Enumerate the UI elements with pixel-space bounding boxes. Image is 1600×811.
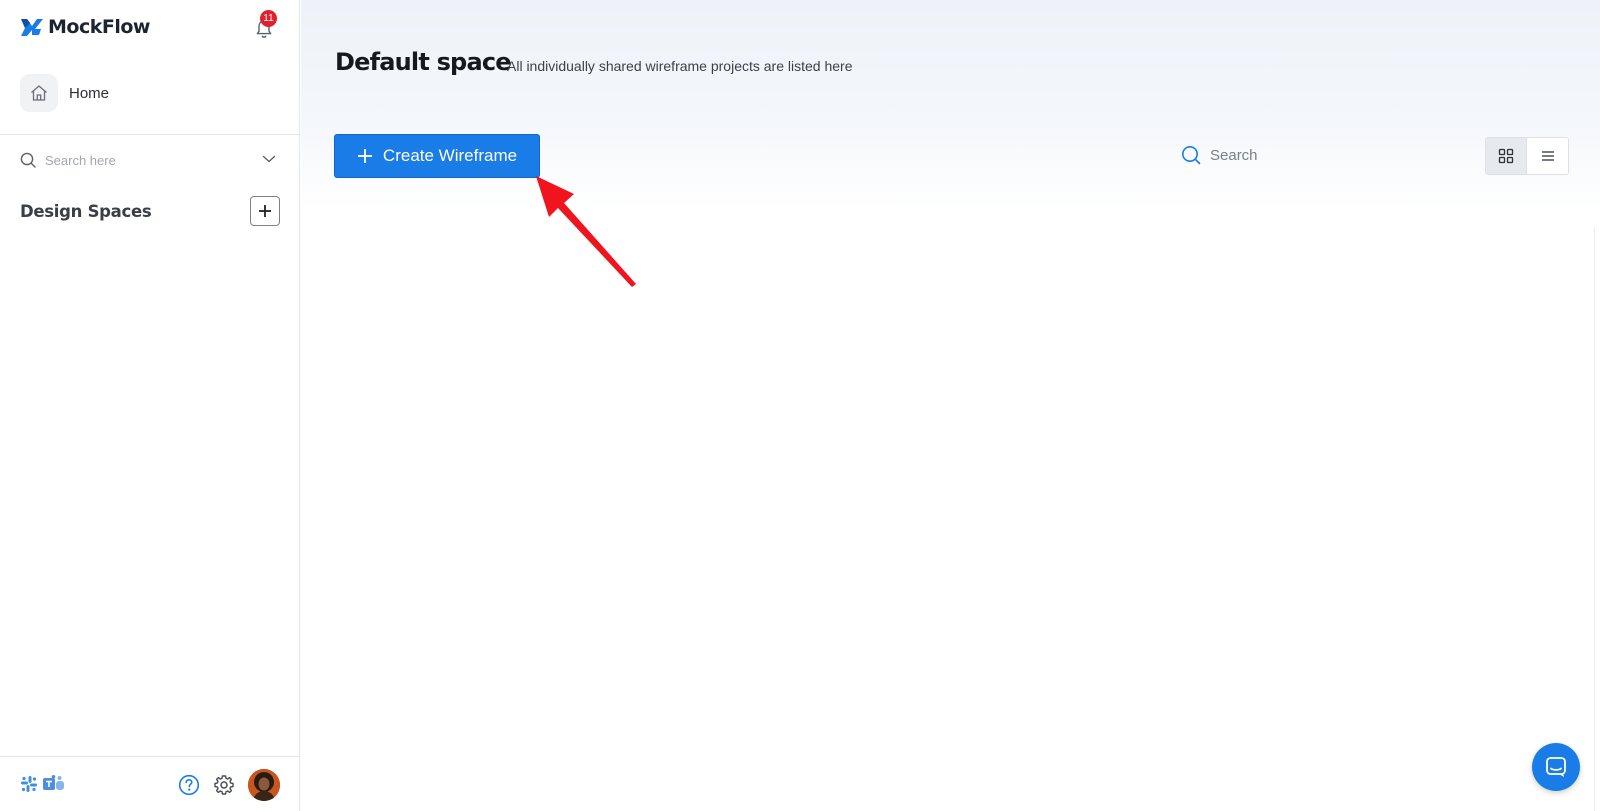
integrations — [19, 774, 66, 794]
design-spaces-title: Design Spaces — [20, 201, 152, 221]
design-spaces-header: Design Spaces — [20, 196, 280, 226]
grid-view-button[interactable] — [1486, 138, 1527, 174]
main-content: Default space All individually shared wi… — [301, 0, 1600, 811]
brand-name: MockFlow — [48, 16, 150, 38]
sidebar-search-input[interactable] — [45, 152, 245, 168]
slack-icon[interactable] — [19, 774, 39, 794]
chat-support-button[interactable] — [1532, 743, 1580, 791]
project-search — [1181, 145, 1460, 165]
create-wireframe-button[interactable]: Create Wireframe — [334, 134, 540, 178]
teams-icon[interactable] — [42, 774, 66, 794]
home-icon — [31, 85, 47, 101]
create-wireframe-label: Create Wireframe — [382, 146, 518, 165]
view-toggle — [1485, 137, 1569, 175]
project-search-input[interactable] — [1210, 146, 1460, 164]
grid-view-icon — [1498, 148, 1514, 164]
help-icon[interactable] — [178, 774, 200, 796]
sidebar-item-home[interactable]: Home — [20, 74, 109, 112]
footer-actions — [178, 769, 280, 801]
mockflow-logo[interactable]: MockFlow — [20, 16, 150, 38]
home-icon-container — [20, 74, 58, 112]
gear-icon[interactable] — [213, 774, 235, 796]
notification-badge: 11 — [260, 10, 277, 27]
sidebar-search — [20, 152, 276, 168]
plus-icon — [259, 205, 271, 217]
annotation-arrow — [536, 176, 636, 287]
home-label: Home — [69, 84, 110, 102]
avatar-image — [248, 769, 280, 801]
list-view-icon — [1541, 151, 1554, 161]
chevron-down-icon[interactable] — [262, 154, 276, 164]
page-title: Default space — [335, 48, 512, 76]
scrollbar-track[interactable] — [1594, 228, 1600, 811]
search-icon — [1182, 146, 1201, 165]
mockflow-logo-icon — [21, 19, 43, 36]
plus-icon — [357, 149, 372, 163]
sidebar-divider — [0, 134, 300, 135]
add-design-space-button[interactable] — [250, 196, 280, 226]
search-icon — [20, 152, 36, 168]
sidebar: MockFlow 11 Home Design Spaces — [0, 0, 300, 811]
page-subtitle: All individually shared wireframe projec… — [507, 58, 853, 74]
user-avatar[interactable] — [248, 769, 280, 801]
chat-icon — [1546, 757, 1566, 777]
list-view-button[interactable] — [1527, 138, 1568, 174]
sidebar-footer — [0, 756, 300, 811]
